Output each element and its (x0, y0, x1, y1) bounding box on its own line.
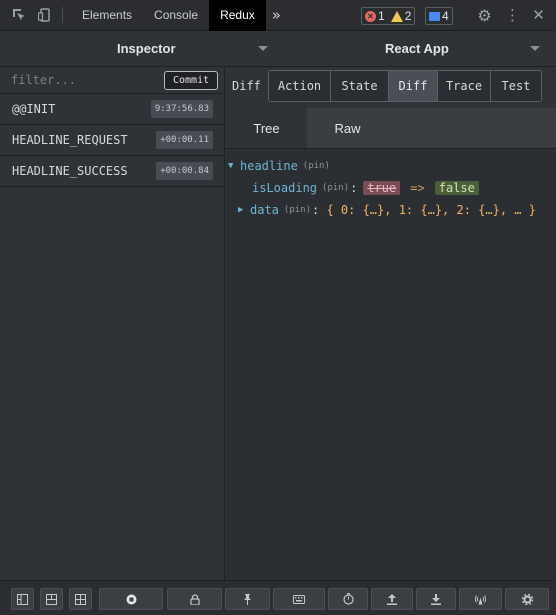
devtools-toolbar: Elements Console Redux » (0, 0, 556, 31)
tab-elements[interactable]: Elements (71, 0, 143, 31)
error-count: ✕ 1 (362, 8, 388, 24)
monitor-tabs-row: Diff Action State Diff Trace Test (226, 67, 556, 105)
close-icon[interactable]: ✕ (530, 7, 547, 24)
redux-header: Inspector React App (0, 31, 556, 67)
action-time: +00:00.84 (156, 162, 213, 180)
tab-console[interactable]: Console (143, 0, 209, 31)
data-preview: { 0: {…}, 1: {…}, 2: {…}, … } (326, 203, 536, 217)
new-value: false (434, 181, 479, 195)
message-icon (429, 11, 440, 21)
action-name: HEADLINE_SUCCESS (12, 164, 128, 178)
action-time: +00:00.11 (156, 131, 213, 149)
settings-gear-icon[interactable] (505, 588, 549, 610)
action-list-panel: Commit @@INIT 9:37:56.83 HEADLINE_REQUES… (0, 67, 225, 580)
timer-icon[interactable] (328, 588, 368, 610)
export-upload-icon[interactable] (371, 588, 413, 610)
inspector-title[interactable]: Inspector (117, 31, 176, 67)
pin-link[interactable]: (pin) (303, 161, 330, 171)
instance-title[interactable]: React App (385, 31, 449, 67)
remote-broadcast-icon[interactable] (459, 588, 502, 610)
tab-diff[interactable]: Diff (389, 71, 438, 101)
tree-node-headline[interactable]: ▼ headline (pin) (228, 157, 331, 175)
tab-trace[interactable]: Trace (438, 71, 491, 101)
action-name: @@INIT (12, 102, 56, 116)
diff-tree: ▼ headline (pin) isLoading (pin) : true … (226, 148, 556, 580)
messages-counter[interactable]: 4 (425, 7, 453, 25)
error-icon: ✕ (365, 10, 376, 22)
instance-chevron-down-icon[interactable] (530, 46, 540, 51)
layout-right-icon[interactable] (40, 588, 63, 610)
toolbar-divider (62, 7, 63, 23)
tree-node-data[interactable]: ▶ data (pin) : { 0: {…}, 1: {…}, 2: {…},… (238, 201, 536, 219)
inspector-chevron-down-icon[interactable] (258, 46, 268, 51)
more-tabs-button[interactable]: » (272, 6, 281, 24)
action-time: 9:37:56.83 (150, 100, 213, 118)
message-count: 4 (426, 8, 452, 24)
pin-link[interactable]: (pin) (284, 205, 311, 215)
lock-icon[interactable] (167, 588, 222, 610)
commit-button[interactable]: Commit (164, 70, 219, 90)
old-value: true (363, 181, 401, 195)
settings-gear-icon[interactable]: ⚙ (476, 7, 493, 24)
tab-action[interactable]: Action (269, 71, 331, 101)
pin-icon[interactable] (225, 588, 270, 610)
tree-key: isLoading (252, 181, 318, 195)
device-toolbar-icon[interactable] (34, 4, 56, 26)
diff-arrow: => (410, 181, 425, 195)
tree-key: headline (240, 159, 298, 173)
bottom-toolbar (0, 580, 556, 615)
more-options-icon[interactable]: ⋮ (505, 7, 520, 24)
tree-key: data (250, 203, 279, 217)
keyboard-icon[interactable] (273, 588, 325, 610)
list-item[interactable]: @@INIT 9:37:56.83 (0, 94, 224, 125)
record-icon[interactable] (99, 588, 163, 610)
action-name: HEADLINE_REQUEST (12, 133, 128, 147)
collapsed-arrow-icon[interactable]: ▶ (238, 205, 250, 215)
pin-link[interactable]: (pin) (322, 183, 349, 193)
filter-row: Commit (0, 67, 224, 94)
tree-node-isloading: isLoading (pin) : true => false (252, 179, 479, 197)
inspect-element-icon[interactable] (8, 4, 30, 26)
view-tabs: Tree Raw (226, 108, 556, 148)
warning-icon (390, 10, 403, 22)
import-download-icon[interactable] (416, 588, 456, 610)
list-item[interactable]: HEADLINE_REQUEST +00:00.11 (0, 125, 224, 156)
tab-tree[interactable]: Tree (226, 108, 307, 148)
filter-input[interactable] (11, 73, 164, 87)
tabs-filler (388, 108, 556, 148)
layout-bottom-icon[interactable] (69, 588, 92, 610)
monitor-tabs: Action State Diff Trace Test (268, 70, 542, 102)
tab-raw[interactable]: Raw (307, 108, 388, 148)
issues-counter[interactable]: ✕ 1 2 (361, 7, 416, 25)
tab-state[interactable]: State (331, 71, 389, 101)
tab-redux[interactable]: Redux (209, 0, 266, 31)
list-item[interactable]: HEADLINE_SUCCESS +00:00.84 (0, 156, 224, 187)
warning-count: 2 (388, 8, 415, 24)
layout-left-icon[interactable] (11, 588, 34, 610)
expanded-arrow-icon[interactable]: ▼ (228, 161, 240, 171)
tab-test[interactable]: Test (491, 71, 541, 101)
monitor-label: Diff (232, 79, 261, 93)
monitor-panel: Diff Action State Diff Trace Test Tree R… (226, 67, 556, 580)
